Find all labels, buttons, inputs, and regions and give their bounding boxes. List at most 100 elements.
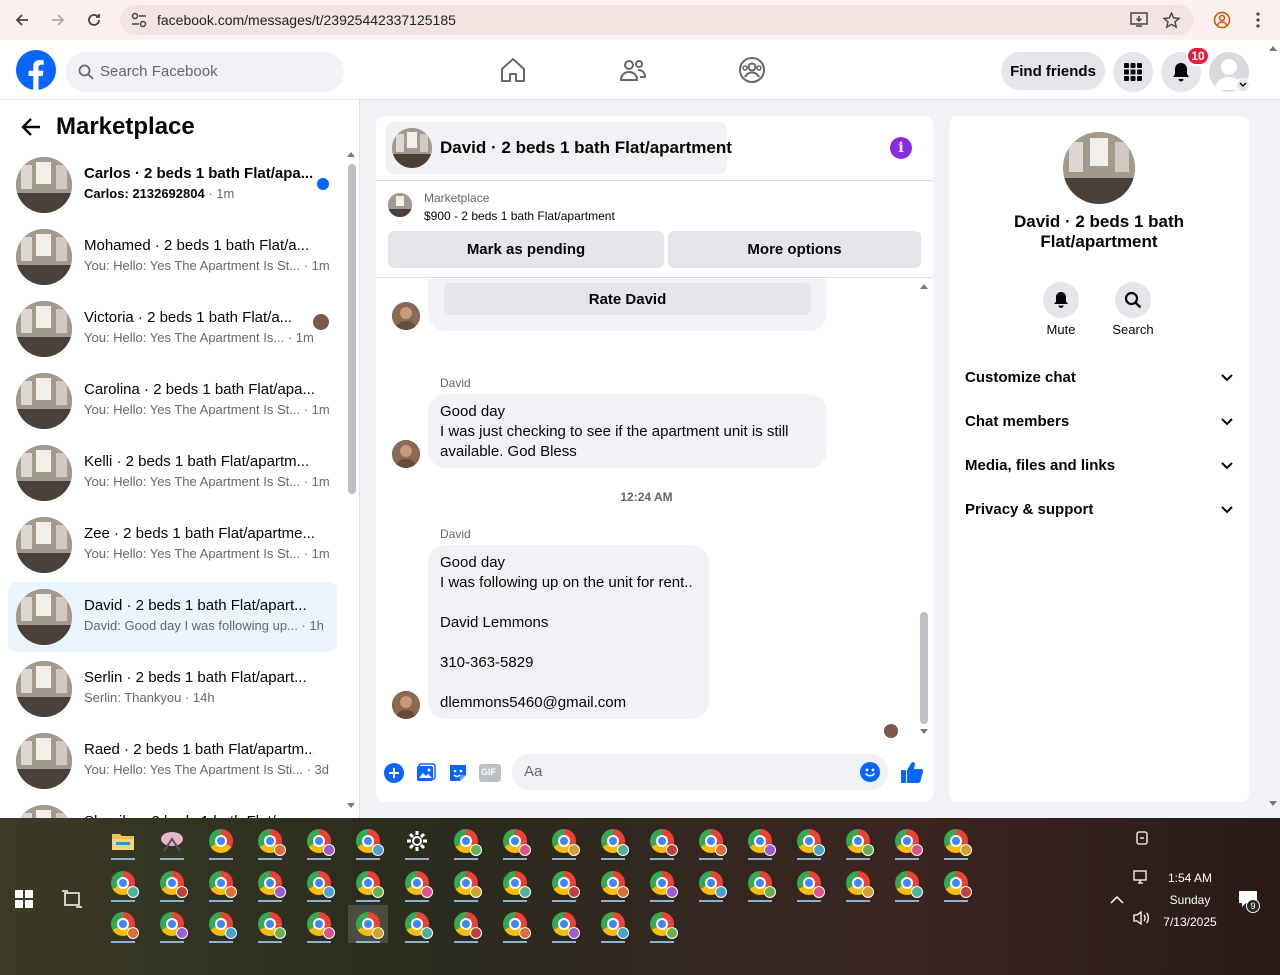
conversation-scroll-thumb[interactable] (348, 164, 356, 494)
chrome-profile-icon[interactable] (887, 864, 927, 902)
chrome-profile-icon[interactable] (299, 905, 339, 943)
chrome-profile-icon[interactable] (642, 864, 682, 902)
friends-icon[interactable] (619, 56, 647, 84)
chrome-profile-icon[interactable] (446, 905, 486, 943)
chrome-profile-icon[interactable] (446, 822, 486, 860)
install-app-icon[interactable] (1130, 12, 1148, 33)
page-scroll-up-icon[interactable] (1268, 44, 1278, 52)
network-icon[interactable] (1133, 870, 1151, 891)
chrome-profile-icon[interactable] (348, 864, 388, 902)
chrome-profile-icon[interactable] (593, 822, 633, 860)
back-icon[interactable] (10, 8, 34, 32)
chrome-profile-icon[interactable] (789, 822, 829, 860)
meet-now-icon[interactable] (1134, 830, 1150, 851)
account-chevron-icon[interactable] (1236, 78, 1250, 92)
david-avatar[interactable] (392, 440, 420, 468)
chrome-profile-icon[interactable] (887, 822, 927, 860)
chrome-profile-icon[interactable] (789, 864, 829, 902)
chrome-profile-icon[interactable] (642, 905, 682, 943)
david-avatar[interactable] (392, 302, 420, 330)
clock-date[interactable]: 7/13/2025 (1160, 915, 1220, 929)
chrome-profile-icon[interactable] (544, 905, 584, 943)
browser-menu-icon[interactable] (1246, 8, 1270, 32)
chrome-profile-icon[interactable] (691, 864, 731, 902)
listing-thumbnail[interactable] (388, 193, 412, 217)
photo-icon[interactable] (415, 762, 437, 784)
chrome-profile-icon[interactable] (201, 905, 241, 943)
chat-scroll-down-icon[interactable] (919, 728, 929, 736)
gif-icon[interactable]: GIF (478, 762, 502, 784)
windows-start-icon[interactable] (15, 890, 33, 913)
chat-profile-avatar[interactable] (1063, 132, 1135, 204)
chrome-profile-icon[interactable] (642, 822, 682, 860)
file-explorer-icon[interactable] (103, 822, 143, 860)
search-facebook-input[interactable]: Search Facebook (66, 52, 344, 92)
reload-icon[interactable] (82, 8, 106, 32)
message-bubble[interactable]: Good day I was following up on the unit … (428, 545, 709, 719)
conversation-item[interactable]: Shanika · 2 beds 1 bath Flat/... (8, 798, 337, 818)
action-center-icon[interactable]: 9 (1238, 890, 1260, 913)
back-arrow-icon[interactable] (20, 116, 42, 143)
chrome-profile-icon[interactable] (250, 822, 290, 860)
chrome-profile-icon[interactable] (201, 864, 241, 902)
conversation-item[interactable]: Carolina · 2 beds 1 bath Flat/apa... You:… (8, 366, 337, 436)
more-options-button[interactable]: More options (668, 231, 921, 268)
rate-david-button[interactable]: Rate David (444, 283, 811, 315)
clock-time[interactable]: 1:54 AM (1160, 871, 1220, 885)
chrome-profile-icon[interactable] (103, 905, 143, 943)
chrome-profile-icon[interactable] (838, 864, 878, 902)
message-input[interactable]: Aa (512, 754, 888, 790)
david-avatar[interactable] (392, 691, 420, 719)
conversation-item[interactable]: Carlos · 2 beds 1 bath Flat/apa... Carlos… (8, 150, 337, 220)
chrome-profile-icon[interactable] (495, 864, 535, 902)
search-conversation-button[interactable]: Search (1103, 282, 1163, 337)
chat-scroll-up-icon[interactable] (919, 282, 929, 290)
details-section-row[interactable]: Media, files and links (965, 450, 1233, 480)
settings-gear-icon[interactable] (397, 822, 437, 860)
forward-icon[interactable] (46, 8, 70, 32)
chrome-profile-icon[interactable] (740, 864, 780, 902)
groups-icon[interactable] (738, 56, 766, 84)
chrome-profile-icon[interactable] (299, 822, 339, 860)
chrome-profile-icon[interactable] (397, 905, 437, 943)
details-section-row[interactable]: Customize chat (965, 362, 1233, 392)
info-icon[interactable]: i (890, 137, 912, 159)
chrome-profile-icon[interactable] (936, 822, 976, 860)
chrome-profile-icon[interactable] (740, 822, 780, 860)
chrome-profile-icon[interactable] (838, 822, 878, 860)
chat-scroll-thumb[interactable] (920, 612, 928, 724)
address-bar[interactable]: facebook.com/messages/t/2392544233712518… (120, 5, 1194, 35)
chrome-profile-icon[interactable] (495, 905, 535, 943)
clock-day[interactable]: Sunday (1160, 893, 1220, 907)
site-settings-icon[interactable] (130, 11, 148, 34)
conversation-item[interactable]: Zee · 2 beds 1 bath Flat/apartme... You: … (8, 510, 337, 580)
chrome-profile-icon[interactable] (250, 864, 290, 902)
task-view-icon[interactable] (62, 890, 82, 913)
facebook-logo[interactable] (16, 50, 56, 90)
emoji-icon[interactable] (860, 762, 880, 787)
mark-as-pending-button[interactable]: Mark as pending (388, 231, 664, 268)
chrome-icon[interactable] (201, 822, 241, 860)
sticker-icon[interactable] (447, 762, 469, 784)
conversation-item[interactable]: Raed · 2 beds 1 bath Flat/apartm... You: … (8, 726, 337, 796)
chrome-profile-icon[interactable] (348, 905, 388, 943)
chrome-profile-icon[interactable] (936, 864, 976, 902)
tray-chevron-up-icon[interactable] (1110, 892, 1124, 910)
snipping-tool-icon[interactable] (152, 822, 192, 860)
page-scroll-down-icon[interactable] (1268, 800, 1278, 808)
chrome-profile-icon[interactable] (348, 822, 388, 860)
plus-circle-icon[interactable] (383, 762, 405, 784)
thumbs-up-icon[interactable] (900, 760, 924, 784)
chrome-profile-icon[interactable] (299, 864, 339, 902)
find-friends-button[interactable]: Find friends (1001, 52, 1105, 90)
bookmark-star-icon[interactable] (1162, 11, 1181, 34)
listing-detail[interactable]: $900 - 2 beds 1 bath Flat/apartment (424, 209, 615, 223)
chrome-profile-icon[interactable] (250, 905, 290, 943)
chrome-profile-icon[interactable] (593, 864, 633, 902)
menu-grid-icon[interactable] (1113, 52, 1153, 92)
chrome-profile-icon[interactable] (397, 864, 437, 902)
chrome-profile-icon[interactable] (103, 864, 143, 902)
chrome-profile-icon[interactable] (593, 905, 633, 943)
details-section-row[interactable]: Privacy & support (965, 494, 1233, 524)
chrome-profile-icon[interactable] (691, 822, 731, 860)
